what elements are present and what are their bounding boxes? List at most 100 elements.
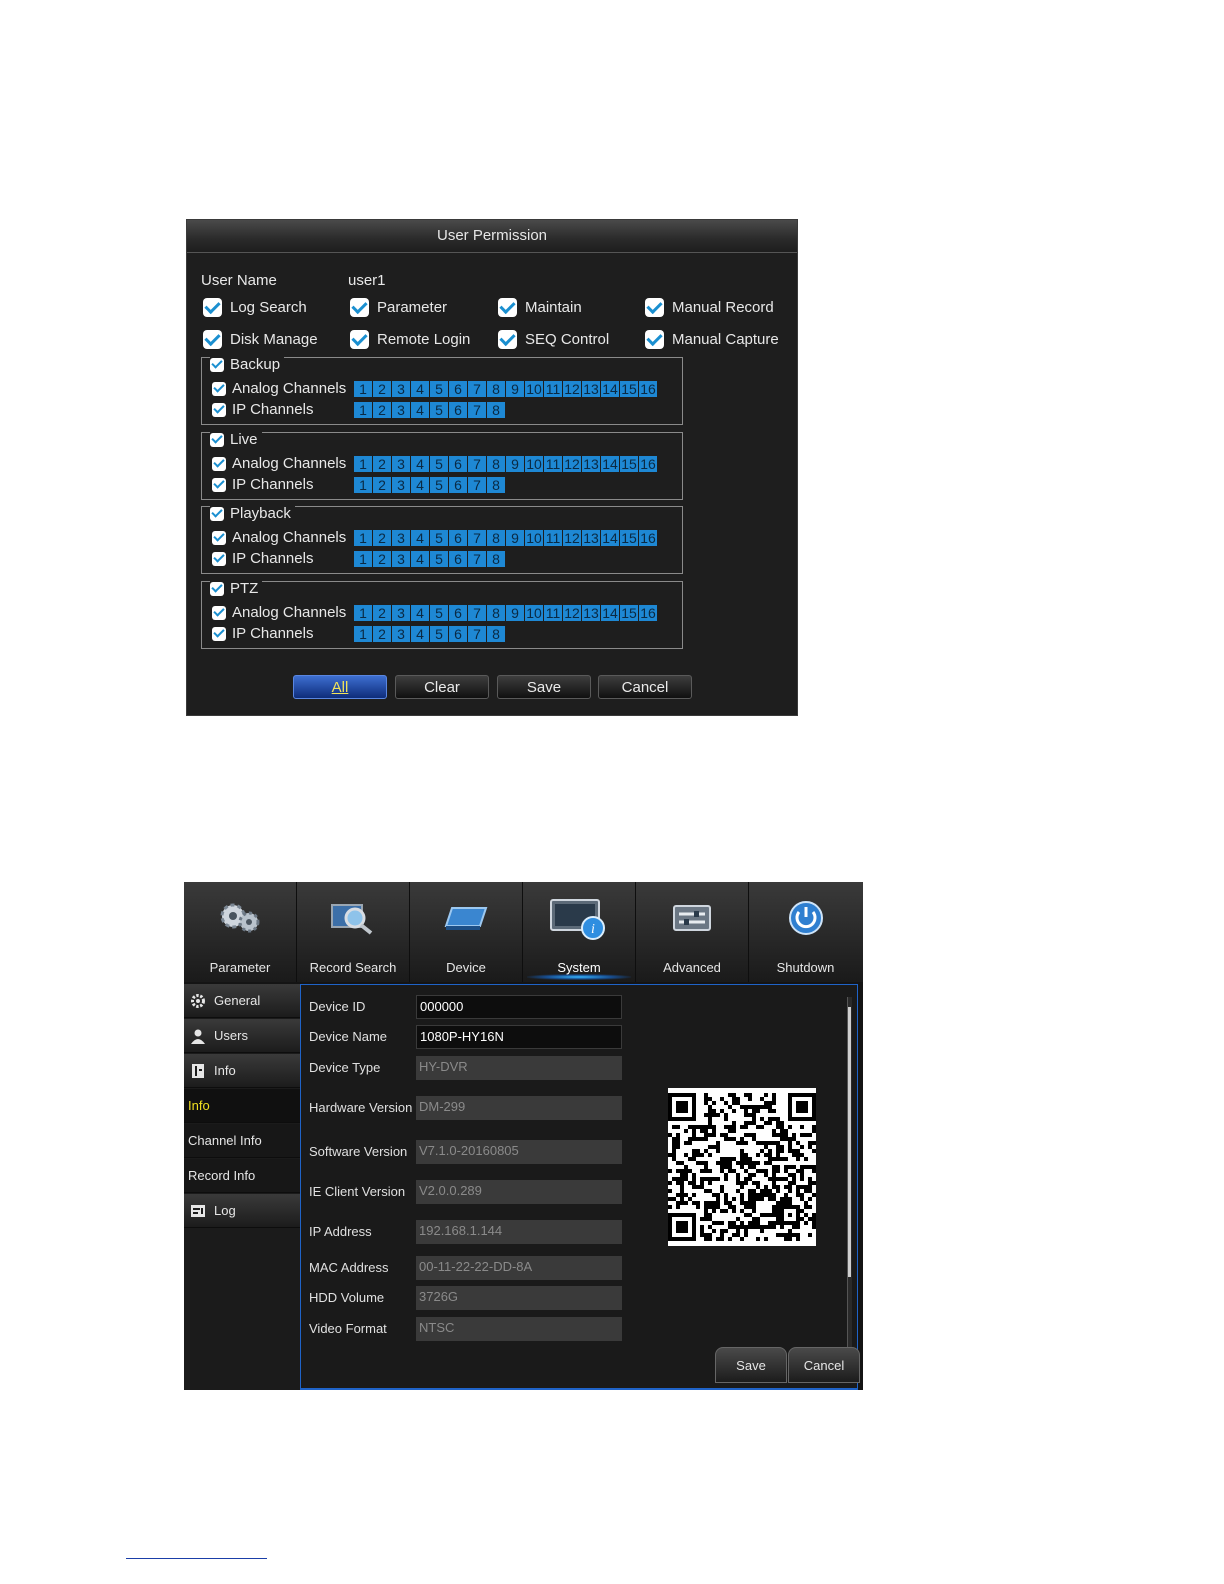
- channel-toggle[interactable]: 1: [354, 476, 372, 493]
- channel-toggle[interactable]: 15: [620, 604, 638, 621]
- nav-system[interactable]: i System: [523, 882, 636, 982]
- channel-toggle[interactable]: 1: [354, 529, 372, 546]
- channel-toggle[interactable]: 8: [487, 380, 505, 397]
- channel-toggle[interactable]: 4: [411, 604, 429, 621]
- channel-toggle[interactable]: 12: [563, 604, 581, 621]
- channel-toggle[interactable]: 4: [411, 380, 429, 397]
- permission-parameter[interactable]: Parameter: [350, 298, 447, 317]
- channel-toggle[interactable]: 11: [544, 455, 562, 472]
- channel-toggle[interactable]: 10: [525, 380, 543, 397]
- channel-toggle[interactable]: 13: [582, 380, 600, 397]
- channel-toggle[interactable]: 3: [392, 455, 410, 472]
- channel-toggle[interactable]: 9: [506, 604, 524, 621]
- save-button[interactable]: Save: [497, 675, 591, 699]
- channel-toggle[interactable]: 5: [430, 455, 448, 472]
- channel-toggle[interactable]: 14: [601, 380, 619, 397]
- channel-toggle[interactable]: 8: [487, 401, 505, 418]
- channel-toggle[interactable]: 5: [430, 550, 448, 567]
- nav-shutdown[interactable]: Shutdown: [749, 882, 862, 982]
- checkbox-icon[interactable]: [212, 477, 226, 492]
- channel-toggle[interactable]: 3: [392, 380, 410, 397]
- channel-toggle[interactable]: 5: [430, 401, 448, 418]
- permission-seq-control[interactable]: SEQ Control: [498, 330, 609, 349]
- nav-advanced[interactable]: Advanced: [636, 882, 749, 982]
- channel-toggle[interactable]: 15: [620, 455, 638, 472]
- channel-toggle[interactable]: 6: [449, 625, 467, 642]
- channel-toggle[interactable]: 6: [449, 529, 467, 546]
- permission-manual-record[interactable]: Manual Record: [645, 298, 774, 317]
- channel-toggle[interactable]: 8: [487, 550, 505, 567]
- channel-toggle[interactable]: 7: [468, 476, 486, 493]
- channel-toggle[interactable]: 14: [601, 455, 619, 472]
- channel-toggle[interactable]: 6: [449, 476, 467, 493]
- checkbox-icon[interactable]: [212, 402, 226, 417]
- checkbox-icon[interactable]: [210, 357, 224, 372]
- cancel-button[interactable]: Cancel: [598, 675, 692, 699]
- channel-toggle[interactable]: 2: [373, 604, 391, 621]
- checkbox-icon[interactable]: [645, 298, 664, 317]
- channel-toggle[interactable]: 4: [411, 401, 429, 418]
- channel-toggle[interactable]: 3: [392, 529, 410, 546]
- sidebar-subitem-channel-info[interactable]: Channel Info: [184, 1124, 300, 1158]
- channel-toggle[interactable]: 2: [373, 455, 391, 472]
- checkbox-icon[interactable]: [350, 330, 369, 349]
- channel-toggle[interactable]: 4: [411, 625, 429, 642]
- channel-toggle[interactable]: 16: [639, 380, 657, 397]
- group-title[interactable]: PTZ: [210, 580, 263, 597]
- checkbox-icon[interactable]: [210, 581, 224, 596]
- channel-toggle[interactable]: 6: [449, 380, 467, 397]
- channel-toggle[interactable]: 9: [506, 455, 524, 472]
- group-title[interactable]: Backup: [210, 356, 285, 373]
- checkbox-icon[interactable]: [212, 456, 226, 471]
- channel-toggle[interactable]: 7: [468, 529, 486, 546]
- channel-toggle[interactable]: 12: [563, 455, 581, 472]
- channel-toggle[interactable]: 11: [544, 380, 562, 397]
- channel-toggle[interactable]: 4: [411, 550, 429, 567]
- channel-toggle[interactable]: 7: [468, 455, 486, 472]
- channel-toggle[interactable]: 7: [468, 625, 486, 642]
- checkbox-icon[interactable]: [350, 298, 369, 317]
- permission-maintain[interactable]: Maintain: [498, 298, 582, 317]
- channel-toggle[interactable]: 8: [487, 529, 505, 546]
- channel-toggle[interactable]: 5: [430, 476, 448, 493]
- channel-toggle[interactable]: 4: [411, 476, 429, 493]
- checkbox-icon[interactable]: [203, 330, 222, 349]
- channel-toggle[interactable]: 2: [373, 401, 391, 418]
- permission-disk-manage[interactable]: Disk Manage: [203, 330, 318, 349]
- channel-toggle[interactable]: 6: [449, 455, 467, 472]
- channel-toggle[interactable]: 10: [525, 529, 543, 546]
- channel-toggle[interactable]: 14: [601, 604, 619, 621]
- group-title[interactable]: Playback: [210, 505, 295, 522]
- channel-toggle[interactable]: 15: [620, 380, 638, 397]
- sidebar-item-users[interactable]: Users: [184, 1019, 300, 1053]
- channel-toggle[interactable]: 5: [430, 604, 448, 621]
- channel-toggle[interactable]: 4: [411, 529, 429, 546]
- device-name-field[interactable]: 1080P-HY16N: [416, 1025, 622, 1049]
- sidebar-item-info[interactable]: Info: [184, 1054, 300, 1088]
- channel-toggle[interactable]: 1: [354, 604, 372, 621]
- channel-toggle[interactable]: 7: [468, 550, 486, 567]
- channel-toggle[interactable]: 3: [392, 476, 410, 493]
- checkbox-icon[interactable]: [210, 432, 224, 447]
- channel-toggle[interactable]: 12: [563, 529, 581, 546]
- channel-toggle[interactable]: 1: [354, 455, 372, 472]
- channel-toggle[interactable]: 13: [582, 529, 600, 546]
- channel-toggle[interactable]: 14: [601, 529, 619, 546]
- checkbox-icon[interactable]: [212, 626, 226, 641]
- channel-toggle[interactable]: 2: [373, 476, 391, 493]
- nav-record-search[interactable]: Record Search: [297, 882, 410, 982]
- channel-toggle[interactable]: 16: [639, 455, 657, 472]
- channel-toggle[interactable]: 9: [506, 529, 524, 546]
- channel-toggle[interactable]: 12: [563, 380, 581, 397]
- device-id-field[interactable]: 000000: [416, 995, 622, 1019]
- nav-device[interactable]: Device: [410, 882, 523, 982]
- channel-toggle[interactable]: 3: [392, 604, 410, 621]
- checkbox-icon[interactable]: [645, 330, 664, 349]
- sidebar-subitem-record-info[interactable]: Record Info: [184, 1159, 300, 1193]
- scrollbar[interactable]: [847, 997, 852, 1347]
- channel-toggle[interactable]: 10: [525, 604, 543, 621]
- channel-toggle[interactable]: 1: [354, 550, 372, 567]
- scrollbar-thumb[interactable]: [848, 1007, 851, 1277]
- channel-toggle[interactable]: 3: [392, 401, 410, 418]
- channel-toggle[interactable]: 10: [525, 455, 543, 472]
